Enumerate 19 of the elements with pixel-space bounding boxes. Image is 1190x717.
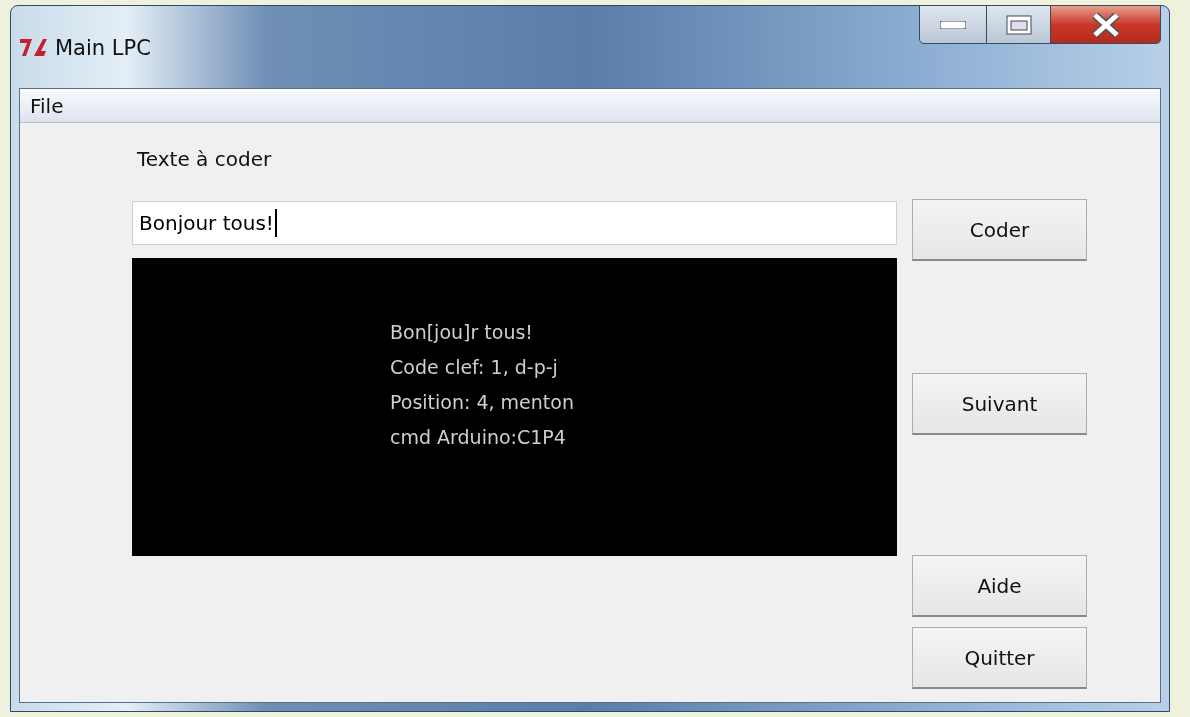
app-icon [19,36,49,58]
maximize-icon [1005,14,1032,35]
output-line: Code clef: 1, d-p-j [390,355,559,380]
menu-item[interactable]: File [20,93,76,118]
output-line: Bon[jou]r tous! [390,320,534,345]
close-button[interactable] [1051,5,1161,44]
minimize-button[interactable] [919,5,987,44]
maximize-button[interactable] [987,5,1051,44]
window-title: Main LPC [55,36,151,60]
action-button[interactable]: Coder [912,199,1087,261]
action-button[interactable]: Aide [912,555,1087,617]
close-icon [1090,12,1121,37]
minimize-icon [940,20,966,29]
action-button[interactable]: Quitter [912,627,1087,689]
field-label: Texte à coder [137,147,273,173]
output-line: cmd Arduino:C1P4 [390,425,567,450]
text-input-field[interactable]: Bonjour tous! [132,201,897,245]
action-button[interactable]: Suivant [912,373,1087,435]
output-line: Position: 4, menton [390,390,575,415]
